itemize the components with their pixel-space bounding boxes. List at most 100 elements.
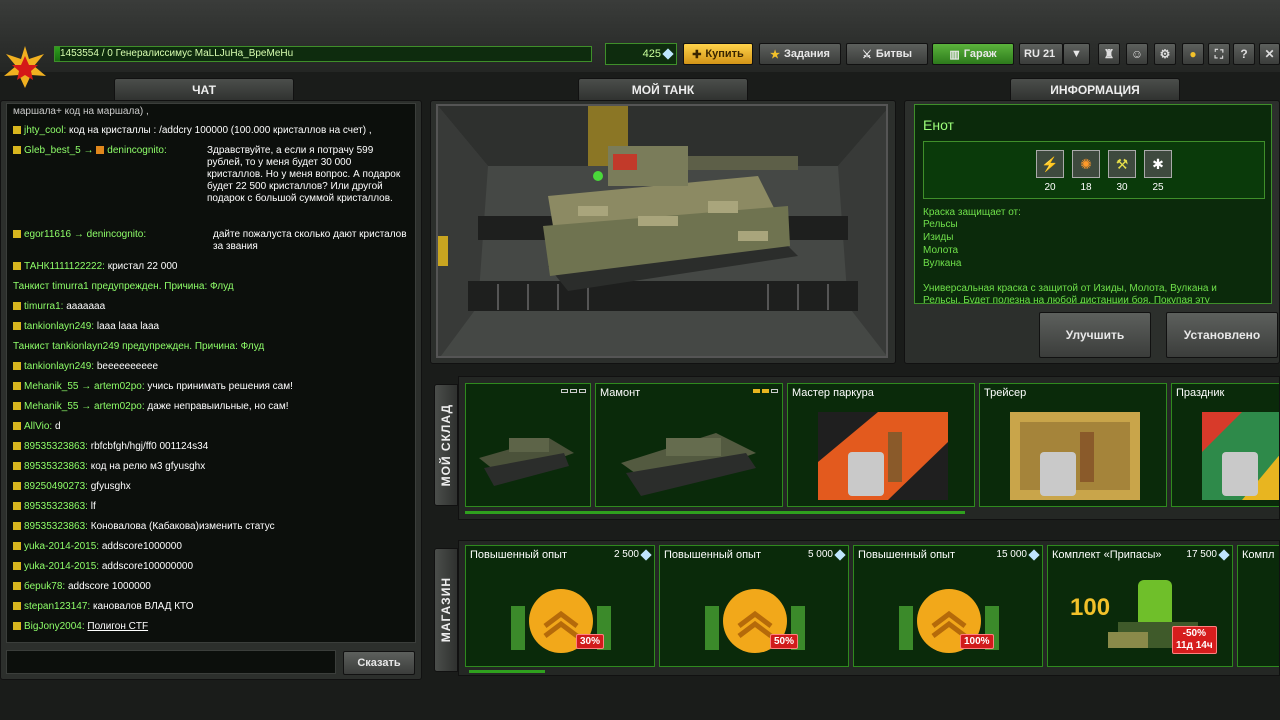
warehouse-item[interactable]: Мастер паркура (787, 383, 975, 507)
chat-nick[interactable]: jhty_cool: (24, 125, 66, 136)
item-name: Праздник (1176, 387, 1225, 399)
chat-scrollbar[interactable] (415, 529, 416, 643)
shop-scrollbar[interactable] (469, 670, 545, 673)
shop-item[interactable]: Повышенный опыт 2 500 30% (465, 545, 655, 667)
chat-nick[interactable]: timurra1: (24, 301, 63, 312)
tasks-button[interactable]: ★ Задания (759, 43, 841, 65)
sound-icon: ● (1189, 47, 1197, 61)
chat-nick[interactable]: 89250490273: (24, 481, 88, 492)
item-name: Трейсер (984, 387, 1027, 399)
chat-text: даже неправыильные, но сам! (147, 401, 289, 412)
installed-button[interactable]: Установлено (1166, 312, 1278, 358)
shop-item[interactable]: Компл (1237, 545, 1279, 667)
rank-icon (13, 582, 21, 590)
shop-item[interactable]: Повышенный опыт 5 000 50% (659, 545, 849, 667)
chat-nick[interactable]: AllVio: (24, 421, 52, 432)
buy-button[interactable]: ✚ Купить (683, 43, 753, 65)
chat-message: 89535323863: Коновалова (Кабакова)измени… (13, 521, 275, 533)
protects-from-item: Изиды (923, 232, 954, 243)
chat-nick[interactable]: tankionlayn249: (24, 321, 94, 332)
warehouse-item[interactable]: Мамонт (595, 383, 783, 507)
garage-icon: ▥ (949, 48, 960, 61)
chat-message: yuka-2014-2015: addscore100000000 (13, 561, 193, 573)
chat-nick[interactable]: 89535323863: (24, 441, 88, 452)
chat-nick[interactable]: Mehanik_55 → (24, 401, 91, 412)
warehouse-item[interactable] (465, 383, 591, 507)
railgun-icon: ⚡ (1036, 150, 1064, 178)
chat-message: egor11616 → denincognito: (13, 229, 146, 241)
warehouse-scrollbar[interactable] (465, 511, 965, 514)
chat-nick[interactable]: BigJony2004: (24, 621, 85, 632)
fullscreen-button[interactable]: ⛶ (1208, 43, 1230, 65)
chat-text: addscore 1000000 (67, 581, 151, 592)
chat-nick[interactable]: 89535323863: (24, 521, 88, 532)
chat-nick[interactable]: yuka-2014-2015: (24, 561, 99, 572)
rank-icon (13, 562, 21, 570)
garage-button[interactable]: ▥ Гараж (932, 43, 1014, 65)
settings-button[interactable]: ⚙ (1154, 43, 1176, 65)
rank-icon (13, 542, 21, 550)
chat-text: addscore100000000 (101, 561, 194, 572)
chat-text: laaa laaa laaa (96, 321, 160, 332)
paint-image (818, 412, 948, 500)
server-dropdown-button[interactable]: ▼ (1063, 43, 1090, 65)
chat-nick[interactable]: берuk78: (24, 581, 65, 592)
chat-text: Коновалова (Кабакова)изменить статус (90, 521, 275, 532)
game-screen: 1453554 / 0 Генералиссимус MaLLJuHa_BpeM… (0, 0, 1280, 720)
chat-messages[interactable]: маршала+ код на маршала) , jhty_cool: ко… (6, 103, 416, 643)
chat-nick[interactable]: yuka-2014-2015: (24, 541, 99, 552)
upgrade-button[interactable]: Улучшить (1039, 312, 1151, 358)
chat-target[interactable]: denincognito: (87, 229, 147, 240)
chat-link[interactable]: Полигон CTF (87, 621, 148, 632)
bonus-badge: 50% (770, 634, 799, 649)
paint-image (1202, 412, 1279, 500)
chat-nick[interactable]: Gleb_best_5 → (24, 145, 94, 156)
protection-value: 25 (1152, 182, 1164, 193)
sound-button[interactable]: ● (1182, 43, 1204, 65)
send-button[interactable]: Сказать (343, 651, 415, 675)
chat-message: jhty_cool: код на кристаллы : /addcry 10… (13, 125, 372, 137)
player-info: 1453554 / 0 Генералиссимус MaLLJuHa_BpeM… (60, 48, 294, 59)
clan-button[interactable]: ♜ (1098, 43, 1120, 65)
chat-target[interactable]: denincognito: (107, 145, 167, 156)
chat-nick[interactable]: ТАНК1111122222: (24, 261, 105, 272)
chat-target[interactable]: artem02po: (94, 401, 145, 412)
tank-preview[interactable] (436, 104, 888, 358)
gear-icon: ⚙ (1159, 47, 1171, 61)
server-selector[interactable]: RU 21 (1019, 43, 1063, 65)
chat-target[interactable]: artem02po: (94, 381, 145, 392)
close-button[interactable]: ✕ (1259, 43, 1280, 65)
chat-nick[interactable]: 89535323863: (24, 501, 88, 512)
chat-input[interactable] (6, 650, 336, 674)
item-price: 5 000 (808, 548, 846, 561)
warehouse-item[interactable]: Праздник (1171, 383, 1279, 507)
chat-nick[interactable]: stepan123147: (24, 601, 90, 612)
rank-icon (13, 362, 21, 370)
chat-nick[interactable]: 89535323863: (24, 461, 88, 472)
shop-title: МАГАЗИН (439, 577, 453, 643)
rank-icon (13, 322, 21, 330)
battles-button[interactable]: ⚔ Битвы (846, 43, 928, 65)
crystal-icon (662, 48, 674, 60)
item-name: Повышенный опыт (664, 549, 761, 561)
chat-nick[interactable]: egor11616 → (24, 229, 84, 240)
shop-item[interactable]: Комплект «Припасы» 17 500 100 -50% 11д 1… (1047, 545, 1233, 667)
supplies-count: 100 (1070, 594, 1111, 621)
chat-title: ЧАТ (192, 83, 216, 97)
chat-nick[interactable]: tankionlayn249: (24, 361, 94, 372)
chat-message: 89535323863: lf (13, 501, 96, 513)
warehouse-strip[interactable]: Мамонт Мастер паркура Трейсер Праздник (458, 376, 1280, 520)
plus-icon: ✚ (692, 48, 702, 61)
chat-text: Здравствуйте, а если я потрачу 599 рубле… (207, 145, 401, 204)
chat-nick[interactable]: Mehanik_55 → (24, 381, 91, 392)
friends-button[interactable]: ☺ (1126, 43, 1148, 65)
chat-text: beeeeeeeeee (96, 361, 159, 372)
rank-insignia-icon[interactable] (2, 44, 48, 90)
send-label: Сказать (357, 657, 401, 669)
chat-message: tankionlayn249: laaa laaa laaa (13, 321, 159, 333)
help-button[interactable]: ? (1233, 43, 1255, 65)
shop-item[interactable]: Повышенный опыт 15 000 100% (853, 545, 1043, 667)
shop-strip[interactable]: Повышенный опыт 2 500 30% Повышенный опы… (458, 540, 1280, 676)
warehouse-item[interactable]: Трейсер (979, 383, 1167, 507)
item-name: Мастер паркура (792, 387, 874, 399)
